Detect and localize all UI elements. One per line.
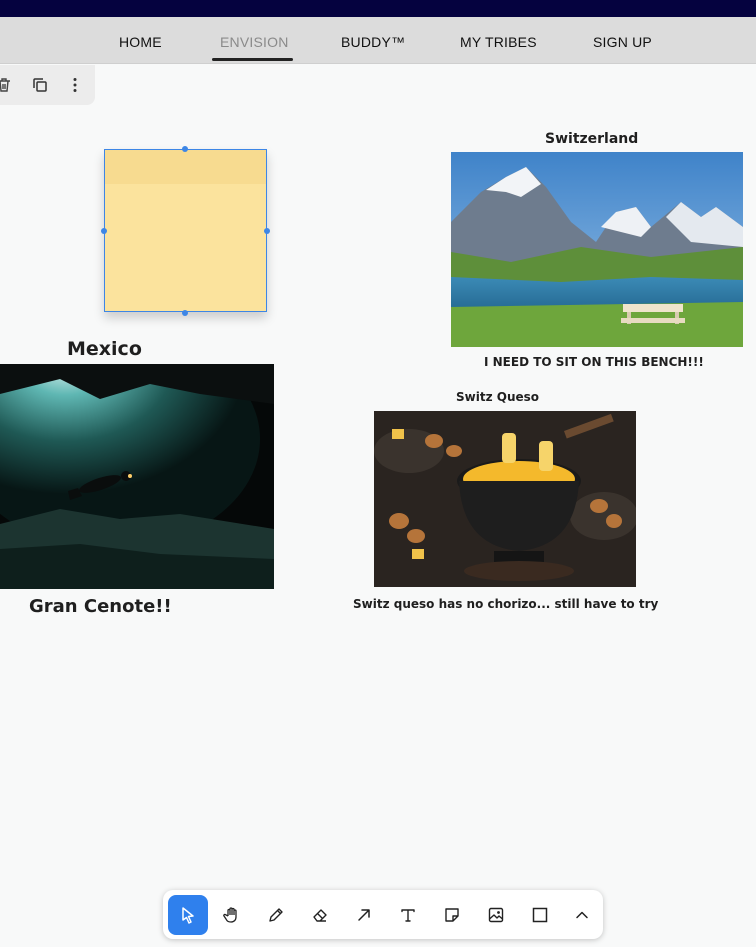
note-tool[interactable]	[432, 895, 472, 935]
selection-toolbar	[0, 65, 95, 105]
chevron-up-icon	[576, 911, 588, 919]
queso-image[interactable]	[374, 411, 636, 587]
nav-sign-up[interactable]: SIGN UP	[593, 17, 652, 61]
trash-icon[interactable]	[0, 75, 14, 95]
resize-handle-bottom[interactable]	[182, 310, 188, 316]
sticky-note-icon	[445, 908, 459, 922]
arrow-tool[interactable]	[344, 895, 384, 935]
mexico-image[interactable]	[0, 364, 274, 589]
rectangle-icon	[532, 907, 548, 923]
eraser-icon	[313, 909, 327, 922]
cursor-icon	[182, 907, 194, 924]
rectangle-tool[interactable]	[520, 895, 560, 935]
nav-envision[interactable]: ENVISION	[220, 17, 289, 61]
queso-title[interactable]: Switz Queso	[456, 390, 539, 404]
image-icon	[488, 907, 504, 923]
resize-handle-right[interactable]	[264, 228, 270, 234]
text-tool[interactable]	[388, 895, 428, 935]
image-tool[interactable]	[476, 895, 516, 935]
switzerland-image[interactable]	[451, 152, 743, 347]
nav-active-indicator	[212, 58, 293, 61]
sticky-note-band	[105, 150, 266, 184]
switzerland-caption[interactable]: I NEED TO SIT ON THIS BENCH!!!	[484, 355, 704, 369]
eraser-tool[interactable]	[300, 895, 340, 935]
mexico-title[interactable]: Mexico	[67, 338, 142, 360]
pencil-tool[interactable]	[256, 895, 296, 935]
nav-home[interactable]: HOME	[119, 17, 162, 61]
switzerland-title[interactable]: Switzerland	[545, 131, 638, 147]
queso-caption[interactable]: Switz queso has no chorizo... still have…	[353, 597, 658, 611]
text-icon	[401, 909, 415, 922]
nav-buddy[interactable]: BUDDY™	[341, 17, 405, 61]
more-tools[interactable]	[562, 895, 602, 935]
resize-handle-top[interactable]	[182, 146, 188, 152]
sticky-note[interactable]	[104, 149, 267, 312]
pencil-icon	[269, 908, 283, 922]
mexico-caption[interactable]: Gran Cenote!!	[29, 596, 172, 617]
hand-tool[interactable]	[212, 895, 252, 935]
select-tool[interactable]	[168, 895, 208, 935]
nav-my-tribes[interactable]: MY TRIBES	[460, 17, 537, 61]
arrow-icon	[358, 909, 370, 921]
drawing-toolbar	[163, 890, 603, 939]
hand-icon	[223, 907, 237, 923]
more-vertical-icon[interactable]	[65, 75, 85, 95]
main-nav: HOME ENVISION BUDDY™ MY TRIBES SIGN UP	[0, 17, 756, 64]
duplicate-icon[interactable]	[30, 75, 50, 95]
top-color-bar	[0, 0, 756, 17]
resize-handle-left[interactable]	[101, 228, 107, 234]
